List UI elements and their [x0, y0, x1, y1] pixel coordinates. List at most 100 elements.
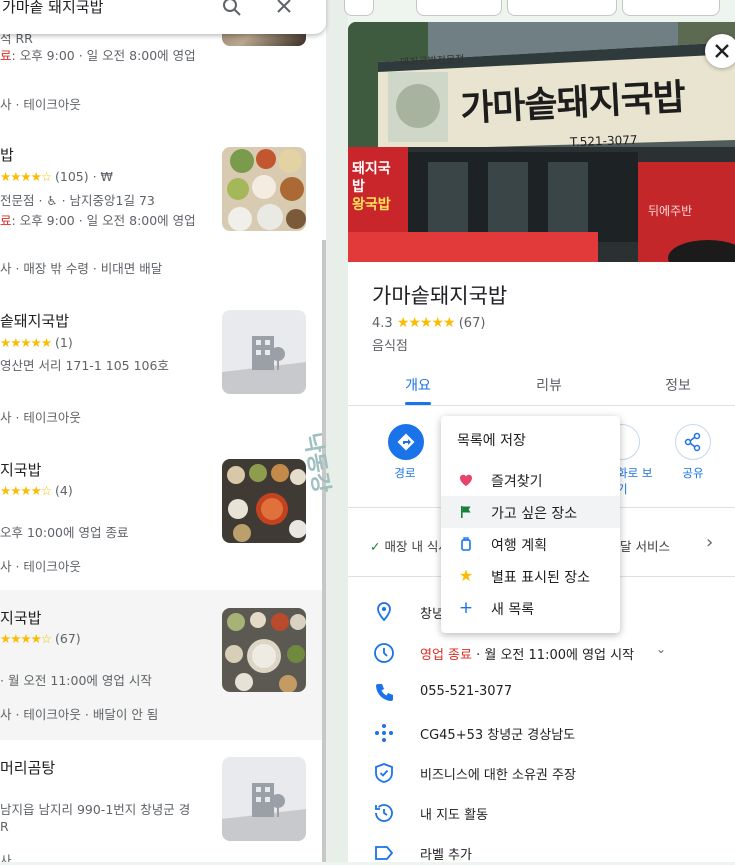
flag-icon	[458, 504, 474, 520]
activity-row[interactable]: 내 지도 활동	[372, 801, 732, 825]
check-icon: ✓	[370, 539, 381, 554]
result-services: 사 · 테이크아웃	[0, 410, 81, 425]
place-rating-row[interactable]: 4.3 ★★★★★ (67)	[372, 315, 485, 331]
phone-row[interactable]: 055-521-3077	[372, 681, 732, 705]
result-services: 사 · 테이크아웃	[0, 559, 81, 574]
result-rating: ★★★★☆ (105) · ₩	[0, 169, 113, 184]
tab-overview[interactable]: 개요	[378, 375, 458, 395]
result-address: 영산면 서리 171-1 105 106호	[0, 358, 169, 373]
menu-item-new-list[interactable]: + 새 목록	[441, 592, 620, 624]
menu-item-travel-plans[interactable]: 여행 계획	[441, 528, 620, 560]
rating-stars: ★★★★☆	[0, 483, 52, 498]
placeholder-building-icon[interactable]	[222, 310, 306, 394]
menu-item-favorites[interactable]: 즐겨찾기	[441, 464, 620, 496]
result-card[interactable]: 밥 ★★★★☆ (105) · ₩ 전문점 · ♿ · 남지중앙1길 73 료:…	[0, 127, 326, 294]
close-icon	[715, 44, 729, 58]
result-name[interactable]: 솥돼지국밥	[0, 310, 69, 331]
phone-text: 055-521-3077	[420, 684, 513, 699]
hours-text: 영업 종료 · 월 오전 11:00에 영업 시작	[420, 648, 635, 663]
location-pin-icon	[377, 602, 391, 622]
result-services: 사 · 매장 밖 수령 · 비대면 배달	[0, 261, 163, 276]
results-panel: 석 RR 료: 오후 9:00 · 일 오전 8:00에 영업 사 · 테이크아…	[0, 0, 326, 862]
directions-label[interactable]: 경로	[380, 465, 430, 481]
result-rating: ★★★★☆ (4)	[0, 483, 73, 498]
claim-row[interactable]: 비즈니스에 대한 소유권 주장	[372, 761, 732, 785]
search-input[interactable]: 가마솥 돼지국밥	[2, 0, 103, 17]
plus-code-row[interactable]: CG45+53 창녕군 경상남도	[372, 721, 732, 745]
result-card[interactable]: 솥돼지국밥 ★★★★★ (1) 영산면 서리 171-1 105 106호 사 …	[0, 293, 326, 443]
result-services: 사 · 테이크아웃 · 배달이 안 됨	[0, 707, 159, 722]
chevron-right-icon[interactable]: ›	[706, 532, 713, 553]
menu-title: 목록에 저장	[457, 433, 526, 449]
placeholder-building-icon[interactable]	[222, 757, 306, 841]
result-name[interactable]: 머리곰탕	[0, 757, 55, 778]
place-title: 가마솥돼지국밥	[372, 284, 508, 308]
clock-icon	[374, 643, 394, 663]
label-icon	[375, 846, 394, 860]
rating-stars: ★★★★★	[0, 335, 52, 350]
filter-chip[interactable]	[622, 0, 720, 16]
result-address: 남지읍 남지리 990-1번지 창녕군 경	[0, 802, 191, 817]
close-icon[interactable]	[273, 0, 295, 19]
filter-chip[interactable]	[507, 0, 617, 16]
result-card[interactable]: 지국밥 ★★★★☆ (4) 오후 10:00에 영업 종료 사 · 테이크아웃	[0, 442, 326, 591]
sign-phone: T.521-3077	[569, 132, 638, 150]
result-photo[interactable]	[222, 147, 306, 231]
hours-row[interactable]: 영업 종료 · 월 오전 11:00에 영업 시작 ⌄	[372, 641, 732, 665]
label-row[interactable]: 라벨 추가	[372, 841, 732, 865]
menu-item-want-to-go[interactable]: 가고 싶은 장소	[441, 496, 620, 528]
result-services: 사 · 테이크아웃	[0, 97, 81, 112]
directions-button[interactable]	[388, 424, 424, 460]
result-name[interactable]: 지국밥	[0, 459, 41, 480]
directions-icon	[397, 433, 415, 451]
place-hero-photo[interactable]: 돼지국밥전문점 가마솥돼지국밥 T.521-3077 돼지국밥 왕국밥 뒤에주반	[348, 22, 735, 262]
result-card[interactable]: 머리곰탕 남지읍 남지리 990-1번지 창녕군 경 R 사	[0, 740, 326, 862]
plus-icon: +	[458, 598, 474, 618]
result-card-selected[interactable]: 지국밥 ★★★★☆ (67) · 월 오전 11:00에 영업 시작 사 · 테…	[0, 590, 326, 741]
hours-status: 영업 종료	[420, 648, 472, 663]
history-icon	[375, 804, 393, 822]
search-icon[interactable]	[221, 0, 243, 19]
result-hours: 오후 10:00에 영업 종료	[0, 525, 129, 540]
review-count: (67)	[458, 316, 486, 331]
result-address-cont: R	[0, 819, 9, 834]
result-hours: · 월 오전 11:00에 영업 시작	[0, 673, 152, 688]
result-hours: 료: 오후 9:00 · 일 오전 8:00에 영업	[0, 48, 196, 63]
plus-code-text: CG45+53 창녕군 경상남도	[420, 728, 576, 743]
banner-text: 돼지국밥 왕국밥	[352, 161, 391, 213]
rating-stars: ★★★★★	[396, 315, 456, 331]
activity-text: 내 지도 활동	[420, 808, 489, 823]
result-photo[interactable]	[222, 608, 306, 692]
close-detail-button[interactable]	[705, 34, 735, 68]
result-hours: 료: 오후 9:00 · 일 오전 8:00에 영업	[0, 213, 196, 228]
service-options[interactable]: ✓ 매장 내 식사	[370, 536, 450, 555]
place-category[interactable]: 음식점	[372, 335, 408, 354]
banner-text-right: 뒤에주반	[648, 204, 693, 218]
filter-chip[interactable]	[416, 0, 502, 16]
menu-chip[interactable]	[344, 0, 374, 16]
result-name[interactable]: 밥	[0, 144, 14, 165]
share-label[interactable]: 공유	[675, 465, 711, 481]
share-button[interactable]	[675, 424, 711, 460]
save-to-list-menu: 목록에 저장 즐겨찾기 가고 싶은 장소 여행 계획 ★ 별표 표시된 장소 +…	[441, 416, 620, 633]
menu-item-starred[interactable]: ★ 별표 표시된 장소	[441, 560, 620, 592]
share-icon	[684, 432, 701, 452]
divider	[348, 405, 735, 406]
phone-icon	[376, 684, 393, 701]
star-icon: ★	[458, 566, 474, 585]
search-box[interactable]: 가마솥 돼지국밥	[0, 0, 326, 34]
rating-stars: ★★★★☆	[0, 631, 52, 646]
label-text: 라벨 추가	[420, 848, 472, 863]
result-services: 사	[0, 853, 12, 862]
map-view[interactable]: 낙동강	[298, 0, 348, 862]
tab-about[interactable]: 정보	[638, 375, 718, 395]
plus-code-icon	[375, 724, 393, 742]
chevron-down-icon: ⌄	[656, 642, 667, 656]
result-rating: ★★★★★ (1)	[0, 335, 73, 350]
result-photo[interactable]	[222, 459, 306, 543]
heart-icon	[458, 472, 474, 488]
send-to-phone-label[interactable]: 화로 보기	[617, 465, 661, 497]
result-address: 전문점 · ♿ · 남지중앙1길 73	[0, 193, 155, 208]
tab-reviews[interactable]: 리뷰	[509, 375, 589, 395]
result-name[interactable]: 지국밥	[0, 607, 41, 628]
